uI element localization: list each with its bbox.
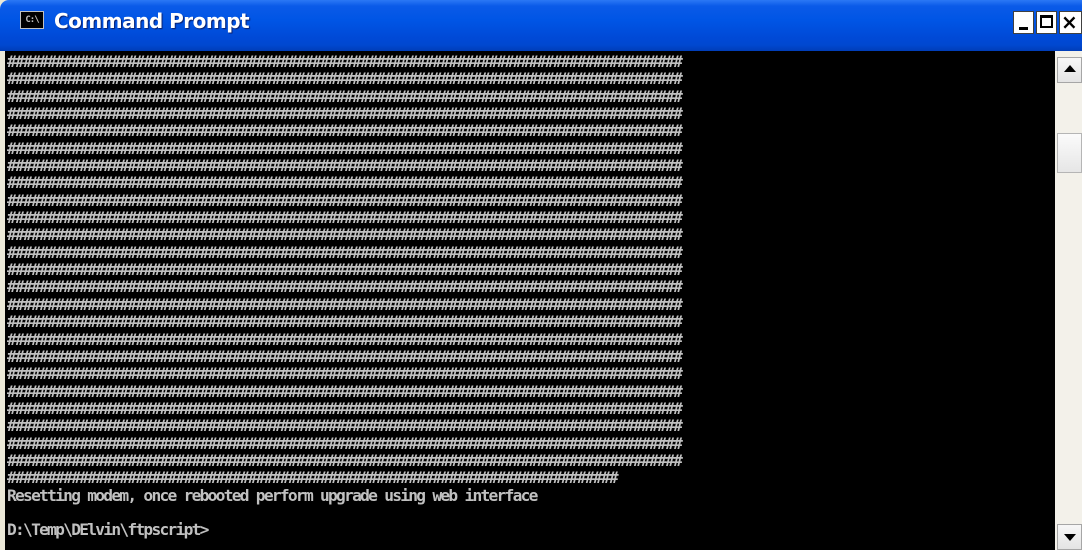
arrow-down-icon xyxy=(1064,534,1076,541)
console-output[interactable]: ########################################… xyxy=(5,51,1055,550)
window-title: Command Prompt xyxy=(54,9,250,33)
scroll-up-button[interactable] xyxy=(1057,57,1082,83)
maximize-button[interactable] xyxy=(1036,11,1057,34)
minimize-icon xyxy=(1019,27,1028,30)
scroll-thumb[interactable] xyxy=(1057,133,1082,173)
arrow-up-icon xyxy=(1064,65,1076,72)
close-button[interactable]: × xyxy=(1059,10,1082,34)
console-text: ########################################… xyxy=(7,52,683,540)
close-icon: × xyxy=(1061,10,1078,34)
maximize-icon xyxy=(1040,15,1053,28)
command-prompt-window: C:\ Command Prompt × ###################… xyxy=(0,0,1082,550)
minimize-button[interactable] xyxy=(1013,11,1034,34)
vertical-scrollbar[interactable] xyxy=(1055,51,1082,550)
command-prompt-icon[interactable]: C:\ xyxy=(20,11,44,29)
scroll-down-button[interactable] xyxy=(1057,524,1082,550)
title-bar[interactable]: C:\ Command Prompt × xyxy=(0,0,1082,51)
